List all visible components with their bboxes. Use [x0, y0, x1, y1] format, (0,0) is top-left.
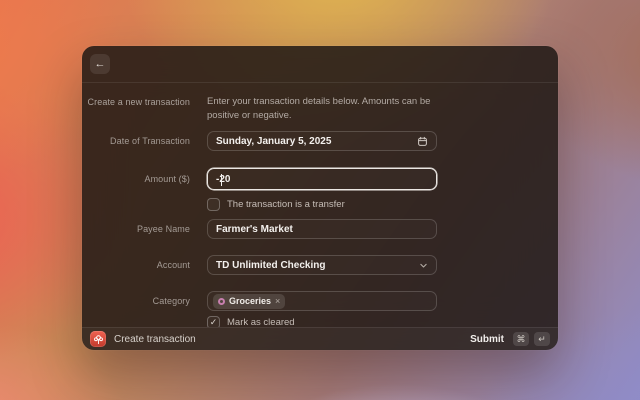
cleared-label: Mark as cleared	[227, 317, 295, 328]
form-title: Create a new transaction	[82, 95, 190, 107]
calendar-icon[interactable]	[417, 136, 428, 147]
date-label: Date of Transaction	[82, 136, 190, 146]
category-color-icon	[218, 298, 225, 305]
remove-tag-icon[interactable]: ×	[275, 297, 280, 306]
account-select[interactable]: TD Unlimited Checking	[207, 255, 437, 275]
amount-value: -20	[216, 174, 230, 185]
category-label: Category	[82, 296, 190, 306]
transfer-checkbox[interactable]	[207, 198, 220, 211]
dialog-body: Create a new transaction Enter your tran…	[82, 83, 558, 327]
submit-button[interactable]: Submit	[470, 334, 504, 345]
footer-actions: Submit ⌘ ↵	[470, 332, 550, 346]
date-row: Date of Transaction Sunday, January 5, 2…	[82, 131, 558, 151]
dialog-header: ←	[82, 46, 558, 83]
dialog-footer: Create transaction Submit ⌘ ↵	[82, 327, 558, 350]
category-tag[interactable]: Groceries ×	[213, 294, 285, 309]
check-icon: ✓	[210, 317, 218, 328]
account-label: Account	[82, 260, 190, 270]
transfer-label: The transaction is a transfer	[227, 199, 345, 210]
return-key-icon[interactable]: ↵	[534, 332, 550, 346]
date-value: Sunday, January 5, 2025	[216, 136, 331, 147]
form-description: Enter your transaction details below. Am…	[207, 95, 437, 123]
date-input[interactable]: Sunday, January 5, 2025	[207, 131, 437, 151]
payee-row: Payee Name Farmer's Market	[82, 219, 558, 239]
category-row: Category Groceries ×	[82, 291, 558, 311]
footer-title: Create transaction	[114, 334, 196, 345]
amount-input[interactable]: -20	[207, 168, 437, 190]
form-intro-row: Create a new transaction Enter your tran…	[82, 95, 558, 123]
payee-label: Payee Name	[82, 224, 190, 234]
text-caret	[221, 174, 222, 186]
category-tag-label: Groceries	[229, 296, 271, 306]
account-value: TD Unlimited Checking	[216, 260, 325, 271]
amount-row: Amount ($) -20	[82, 168, 558, 190]
cleared-checkbox[interactable]: ✓	[207, 316, 220, 328]
payee-value: Farmer's Market	[216, 224, 293, 235]
payee-input[interactable]: Farmer's Market	[207, 219, 437, 239]
chevron-down-icon	[419, 261, 428, 270]
transfer-checkbox-row: The transaction is a transfer	[207, 198, 558, 211]
amount-label: Amount ($)	[82, 174, 190, 184]
app-logo-icon	[90, 331, 106, 347]
command-key-icon[interactable]: ⌘	[513, 332, 529, 346]
account-row: Account TD Unlimited Checking	[82, 255, 558, 275]
category-input[interactable]: Groceries ×	[207, 291, 437, 311]
create-transaction-dialog: ← Create a new transaction Enter your tr…	[82, 46, 558, 350]
back-arrow-icon: ←	[95, 54, 106, 74]
back-button[interactable]: ←	[90, 54, 110, 74]
cleared-checkbox-row: ✓ Mark as cleared	[207, 315, 558, 327]
desktop-background: ← Create a new transaction Enter your tr…	[0, 0, 640, 400]
